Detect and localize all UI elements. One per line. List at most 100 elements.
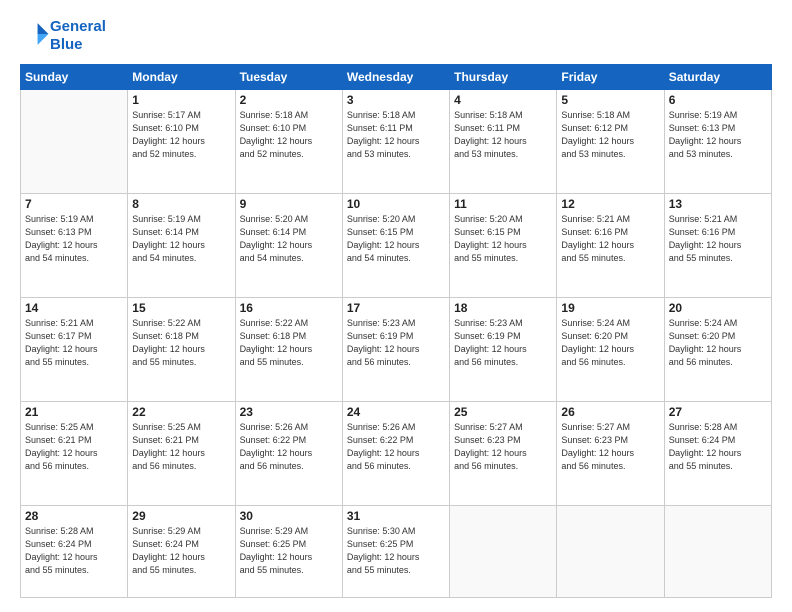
day-info: Sunrise: 5:21 AM Sunset: 6:16 PM Dayligh…: [669, 213, 767, 265]
day-info: Sunrise: 5:19 AM Sunset: 6:14 PM Dayligh…: [132, 213, 230, 265]
day-info: Sunrise: 5:26 AM Sunset: 6:22 PM Dayligh…: [347, 421, 445, 473]
calendar-cell: 30Sunrise: 5:29 AM Sunset: 6:25 PM Dayli…: [235, 506, 342, 598]
day-number: 14: [25, 301, 123, 315]
weekday-header-wednesday: Wednesday: [342, 65, 449, 90]
day-number: 31: [347, 509, 445, 523]
weekday-header-row: SundayMondayTuesdayWednesdayThursdayFrid…: [21, 65, 772, 90]
day-info: Sunrise: 5:18 AM Sunset: 6:12 PM Dayligh…: [561, 109, 659, 161]
logo-icon: [22, 20, 50, 48]
day-number: 26: [561, 405, 659, 419]
weekday-header-friday: Friday: [557, 65, 664, 90]
day-info: Sunrise: 5:28 AM Sunset: 6:24 PM Dayligh…: [25, 525, 123, 577]
calendar-cell: [557, 506, 664, 598]
day-number: 21: [25, 405, 123, 419]
calendar-cell: 6 Sunrise: 5:19 AM Sunset: 6:13 PM Daylig…: [664, 90, 771, 194]
calendar-cell: 7 Sunrise: 5:19 AM Sunset: 6:13 PM Daylig…: [21, 194, 128, 298]
day-number: 27: [669, 405, 767, 419]
day-number: 24: [347, 405, 445, 419]
day-number: 2: [240, 93, 338, 107]
day-number: 12: [561, 197, 659, 211]
calendar-week-row: 21 Sunrise: 5:25 AM Sunset: 6:21 PM Dayli…: [21, 402, 772, 506]
day-number: 30: [240, 509, 338, 523]
calendar-cell: 19 Sunrise: 5:24 AM Sunset: 6:20 PM Dayli…: [557, 298, 664, 402]
calendar-cell: 28 Sunrise: 5:28 AM Sunset: 6:24 PM Dayli…: [21, 506, 128, 598]
weekday-header-sunday: Sunday: [21, 65, 128, 90]
logo-general: General: [50, 18, 106, 35]
day-info: Sunrise: 5:24 AM Sunset: 6:20 PM Dayligh…: [561, 317, 659, 369]
day-number: 10: [347, 197, 445, 211]
weekday-header-tuesday: Tuesday: [235, 65, 342, 90]
calendar-cell: 8 Sunrise: 5:19 AM Sunset: 6:14 PM Daylig…: [128, 194, 235, 298]
calendar-week-row: 7 Sunrise: 5:19 AM Sunset: 6:13 PM Daylig…: [21, 194, 772, 298]
logo-text: General Blue: [50, 18, 106, 54]
day-number: 16: [240, 301, 338, 315]
day-number: 15: [132, 301, 230, 315]
day-info: Sunrise: 5:23 AM Sunset: 6:19 PM Dayligh…: [347, 317, 445, 369]
calendar-cell: 10 Sunrise: 5:20 AM Sunset: 6:15 PM Dayli…: [342, 194, 449, 298]
calendar-cell: 25 Sunrise: 5:27 AM Sunset: 6:23 PM Dayli…: [450, 402, 557, 506]
day-info: Sunrise: 5:20 AM Sunset: 6:14 PM Dayligh…: [240, 213, 338, 265]
header: General Blue: [20, 18, 772, 54]
calendar-cell: [450, 506, 557, 598]
calendar-table: SundayMondayTuesdayWednesdayThursdayFrid…: [20, 64, 772, 598]
day-number: 13: [669, 197, 767, 211]
weekday-header-saturday: Saturday: [664, 65, 771, 90]
calendar-cell: 1 Sunrise: 5:17 AM Sunset: 6:10 PM Daylig…: [128, 90, 235, 194]
day-info: Sunrise: 5:27 AM Sunset: 6:23 PM Dayligh…: [561, 421, 659, 473]
calendar-cell: 26 Sunrise: 5:27 AM Sunset: 6:23 PM Dayli…: [557, 402, 664, 506]
page: General Blue SundayMondayTuesdayWednesda…: [0, 0, 792, 612]
calendar-week-row: 14 Sunrise: 5:21 AM Sunset: 6:17 PM Dayli…: [21, 298, 772, 402]
day-number: 25: [454, 405, 552, 419]
day-info: Sunrise: 5:27 AM Sunset: 6:23 PM Dayligh…: [454, 421, 552, 473]
weekday-header-thursday: Thursday: [450, 65, 557, 90]
calendar-cell: [21, 90, 128, 194]
day-number: 4: [454, 93, 552, 107]
day-info: Sunrise: 5:24 AM Sunset: 6:20 PM Dayligh…: [669, 317, 767, 369]
calendar-cell: 4 Sunrise: 5:18 AM Sunset: 6:11 PM Daylig…: [450, 90, 557, 194]
calendar-cell: 29Sunrise: 5:29 AM Sunset: 6:24 PM Dayli…: [128, 506, 235, 598]
day-number: 9: [240, 197, 338, 211]
day-number: 1: [132, 93, 230, 107]
day-info: Sunrise: 5:17 AM Sunset: 6:10 PM Dayligh…: [132, 109, 230, 161]
day-number: 3: [347, 93, 445, 107]
calendar-cell: 12 Sunrise: 5:21 AM Sunset: 6:16 PM Dayli…: [557, 194, 664, 298]
day-info: Sunrise: 5:21 AM Sunset: 6:16 PM Dayligh…: [561, 213, 659, 265]
day-info: Sunrise: 5:23 AM Sunset: 6:19 PM Dayligh…: [454, 317, 552, 369]
weekday-header-monday: Monday: [128, 65, 235, 90]
day-info: Sunrise: 5:25 AM Sunset: 6:21 PM Dayligh…: [132, 421, 230, 473]
day-info: Sunrise: 5:19 AM Sunset: 6:13 PM Dayligh…: [25, 213, 123, 265]
calendar-cell: 22Sunrise: 5:25 AM Sunset: 6:21 PM Dayli…: [128, 402, 235, 506]
calendar-cell: 9 Sunrise: 5:20 AM Sunset: 6:14 PM Daylig…: [235, 194, 342, 298]
calendar-cell: 20Sunrise: 5:24 AM Sunset: 6:20 PM Dayli…: [664, 298, 771, 402]
calendar-cell: 14 Sunrise: 5:21 AM Sunset: 6:17 PM Dayli…: [21, 298, 128, 402]
day-number: 8: [132, 197, 230, 211]
day-number: 7: [25, 197, 123, 211]
calendar-cell: 16Sunrise: 5:22 AM Sunset: 6:18 PM Dayli…: [235, 298, 342, 402]
day-number: 5: [561, 93, 659, 107]
logo: General Blue: [20, 18, 106, 54]
day-info: Sunrise: 5:28 AM Sunset: 6:24 PM Dayligh…: [669, 421, 767, 473]
calendar-week-row: 28 Sunrise: 5:28 AM Sunset: 6:24 PM Dayli…: [21, 506, 772, 598]
day-number: 6: [669, 93, 767, 107]
day-info: Sunrise: 5:30 AM Sunset: 6:25 PM Dayligh…: [347, 525, 445, 577]
day-number: 17: [347, 301, 445, 315]
calendar-cell: 13 Sunrise: 5:21 AM Sunset: 6:16 PM Dayli…: [664, 194, 771, 298]
day-info: Sunrise: 5:29 AM Sunset: 6:24 PM Dayligh…: [132, 525, 230, 577]
day-info: Sunrise: 5:25 AM Sunset: 6:21 PM Dayligh…: [25, 421, 123, 473]
day-number: 28: [25, 509, 123, 523]
day-info: Sunrise: 5:18 AM Sunset: 6:11 PM Dayligh…: [454, 109, 552, 161]
day-number: 23: [240, 405, 338, 419]
calendar-cell: 18 Sunrise: 5:23 AM Sunset: 6:19 PM Dayli…: [450, 298, 557, 402]
day-info: Sunrise: 5:19 AM Sunset: 6:13 PM Dayligh…: [669, 109, 767, 161]
day-info: Sunrise: 5:18 AM Sunset: 6:10 PM Dayligh…: [240, 109, 338, 161]
calendar-cell: 5 Sunrise: 5:18 AM Sunset: 6:12 PM Daylig…: [557, 90, 664, 194]
day-number: 18: [454, 301, 552, 315]
calendar-cell: 2 Sunrise: 5:18 AM Sunset: 6:10 PM Daylig…: [235, 90, 342, 194]
day-info: Sunrise: 5:22 AM Sunset: 6:18 PM Dayligh…: [132, 317, 230, 369]
day-number: 11: [454, 197, 552, 211]
day-info: Sunrise: 5:20 AM Sunset: 6:15 PM Dayligh…: [347, 213, 445, 265]
day-info: Sunrise: 5:26 AM Sunset: 6:22 PM Dayligh…: [240, 421, 338, 473]
calendar-cell: 3Sunrise: 5:18 AM Sunset: 6:11 PM Daylig…: [342, 90, 449, 194]
day-number: 19: [561, 301, 659, 315]
day-info: Sunrise: 5:21 AM Sunset: 6:17 PM Dayligh…: [25, 317, 123, 369]
